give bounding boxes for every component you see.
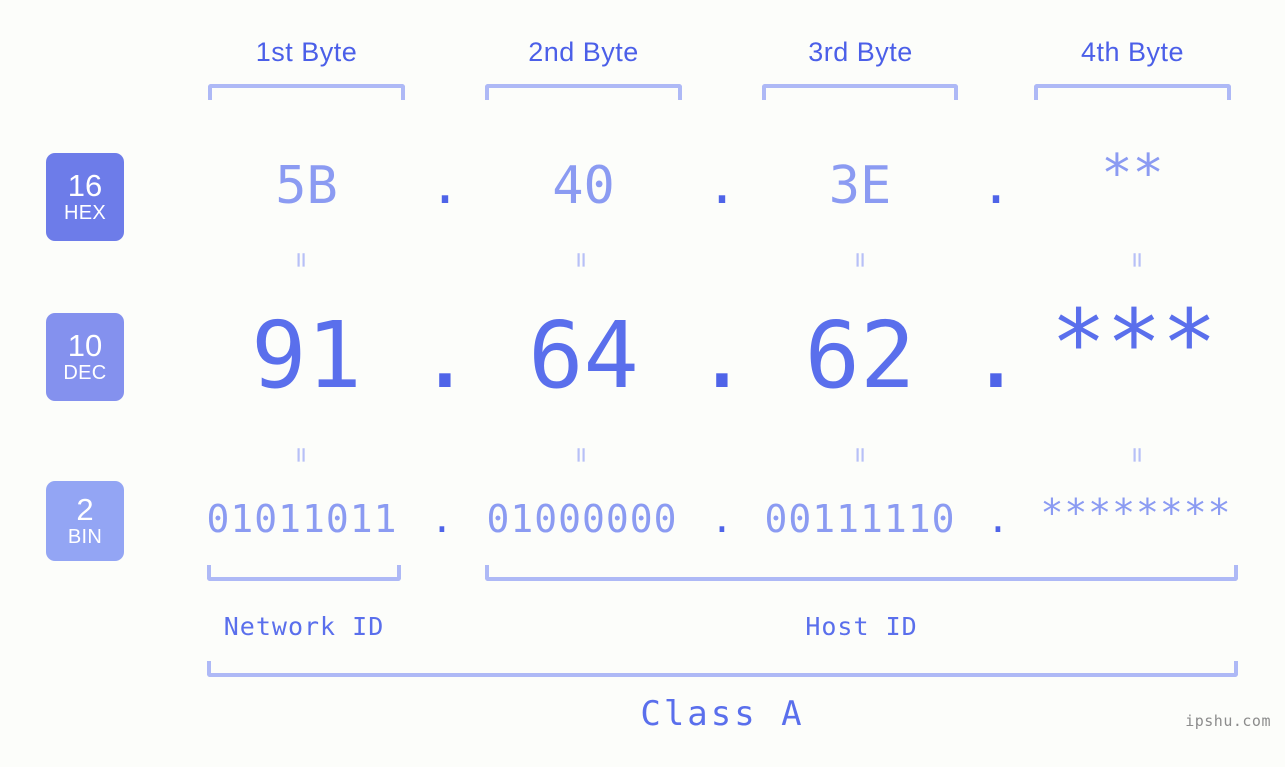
byte-bracket-4 xyxy=(1034,84,1231,100)
dec-byte-3: 62 xyxy=(804,302,916,409)
hex-byte-2: 40 xyxy=(552,156,615,216)
equals-connector-3-dec-bin: = xyxy=(845,447,875,463)
base-badge-dec: 10 DEC xyxy=(46,313,124,401)
dec-byte-1: 91 xyxy=(251,302,362,409)
hex-byte-4: ** xyxy=(1101,144,1164,204)
byte-bracket-1 xyxy=(208,84,405,100)
base-badge-bin-number: 2 xyxy=(76,492,94,527)
dec-byte-4: *** xyxy=(1050,290,1218,397)
bin-separator-2: . xyxy=(710,497,734,541)
byte-header-label-4: 4th Byte xyxy=(1080,37,1185,67)
dec-byte-2: 64 xyxy=(528,302,639,409)
hex-separator-2: . xyxy=(706,156,738,216)
base-badge-dec-number: 10 xyxy=(67,328,103,363)
base-badge-bin: 2 BIN xyxy=(46,481,124,561)
equals-connector-3-hex-dec: = xyxy=(845,252,875,268)
base-badge-hex: 16 HEX xyxy=(46,153,124,241)
byte-header-label-3: 3rd Byte xyxy=(808,37,913,67)
equals-connector-4-hex-dec: = xyxy=(1122,252,1152,268)
ip-address-breakdown-diagram: 1st Byte 2nd Byte 3rd Byte 4th Byte 16 H… xyxy=(0,0,1285,767)
network-id-bracket xyxy=(207,565,401,581)
base-badge-hex-name: HEX xyxy=(63,202,107,224)
equals-connector-1-hex-dec: = xyxy=(286,252,316,268)
host-id-bracket xyxy=(485,565,1238,581)
dec-separator-2: . xyxy=(694,302,750,409)
bin-separator-1: . xyxy=(430,497,454,541)
base-badge-hex-number: 16 xyxy=(67,168,103,203)
class-label: Class A xyxy=(640,694,805,734)
byte-header-label-1: 1st Byte xyxy=(255,37,358,67)
equals-connector-2-hex-dec: = xyxy=(566,252,596,268)
host-id-label: Host ID xyxy=(805,612,918,641)
hex-byte-3: 3E xyxy=(828,156,892,216)
dec-separator-1: . xyxy=(417,302,473,409)
network-id-label: Network ID xyxy=(223,612,385,641)
site-watermark: ipshu.com xyxy=(1185,712,1271,730)
equals-connector-4-dec-bin: = xyxy=(1122,447,1152,463)
class-bracket xyxy=(207,661,1238,677)
bin-byte-1: 01011011 xyxy=(206,497,398,541)
bin-separator-3: . xyxy=(986,497,1010,541)
byte-header-label-2: 2nd Byte xyxy=(528,37,639,67)
equals-connector-1-dec-bin: = xyxy=(286,447,316,463)
bin-byte-4: ******** xyxy=(1040,491,1232,535)
hex-separator-1: . xyxy=(429,156,461,216)
bin-byte-3: 00111110 xyxy=(764,497,956,541)
dec-separator-3: . xyxy=(968,302,1024,409)
bin-byte-2: 01000000 xyxy=(486,497,678,541)
hex-byte-1: 5B xyxy=(275,156,338,216)
byte-bracket-2 xyxy=(485,84,682,100)
equals-connector-2-dec-bin: = xyxy=(566,447,596,463)
byte-bracket-3 xyxy=(762,84,958,100)
hex-separator-3: . xyxy=(980,156,1012,216)
base-badge-dec-name: DEC xyxy=(63,362,107,384)
base-badge-bin-name: BIN xyxy=(67,526,103,548)
